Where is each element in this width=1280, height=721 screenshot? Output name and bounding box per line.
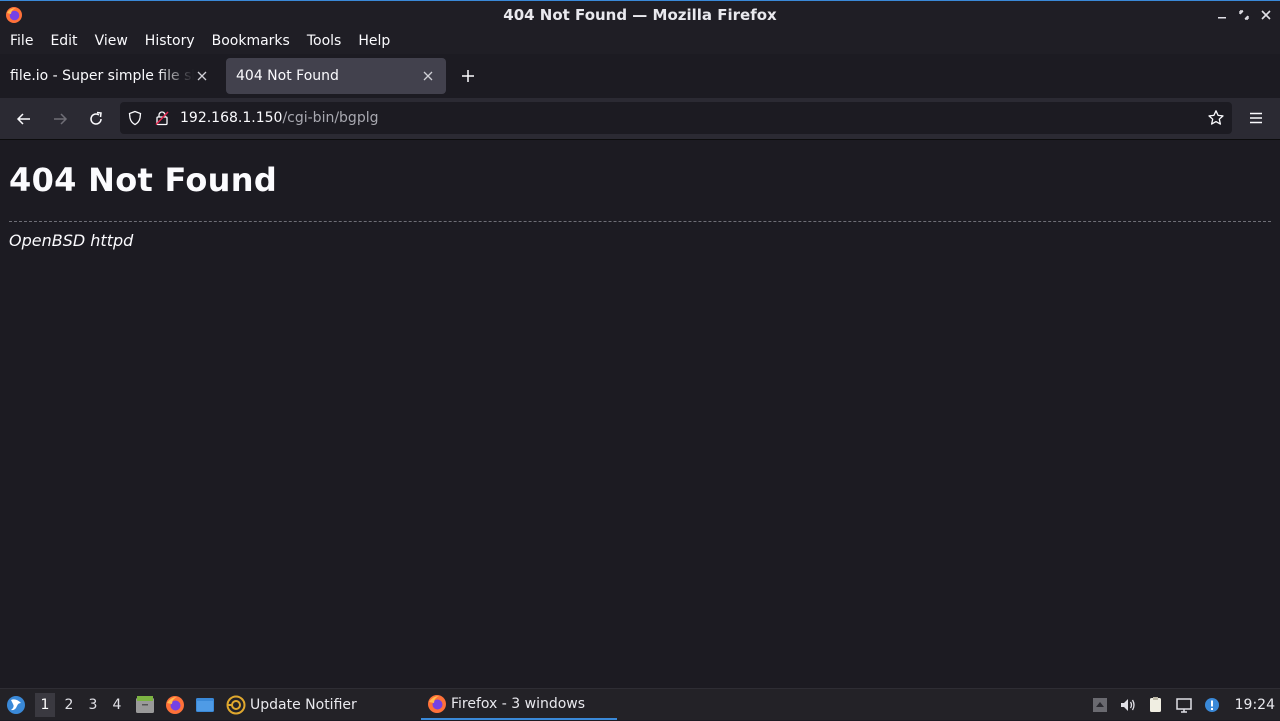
start-menu-button[interactable] bbox=[3, 692, 29, 718]
reload-button[interactable] bbox=[80, 103, 112, 135]
menu-history[interactable]: History bbox=[139, 33, 201, 49]
workspace-1[interactable]: 1 bbox=[35, 692, 55, 717]
menu-tools[interactable]: Tools bbox=[301, 33, 348, 49]
network-icon[interactable] bbox=[1173, 694, 1195, 716]
url-path: /cgi-bin/bgplg bbox=[282, 110, 379, 126]
tab-label: file.io - Super simple file sharing bbox=[10, 68, 194, 84]
close-tab-icon[interactable] bbox=[194, 68, 210, 84]
insecure-lock-icon[interactable] bbox=[150, 106, 174, 130]
firefox-icon bbox=[427, 694, 447, 714]
back-button[interactable] bbox=[8, 103, 40, 135]
terminal-icon bbox=[196, 697, 214, 712]
divider bbox=[9, 221, 1271, 222]
forward-button[interactable] bbox=[44, 103, 76, 135]
task-label: Firefox - 3 windows bbox=[451, 695, 586, 712]
menu-bar: File Edit View History Bookmarks Tools H… bbox=[0, 28, 1280, 54]
tab-strip: file.io - Super simple file sharing 404 … bbox=[0, 54, 1280, 98]
task-update-notifier[interactable]: Update Notifier bbox=[220, 690, 363, 720]
clock[interactable]: 19:24 bbox=[1235, 697, 1275, 713]
window-titlebar: 404 Not Found — Mozilla Firefox bbox=[0, 0, 1280, 28]
plus-icon bbox=[462, 70, 474, 82]
reload-icon bbox=[90, 111, 102, 125]
clipboard-icon[interactable] bbox=[1145, 694, 1167, 716]
task-label: Update Notifier bbox=[250, 696, 357, 713]
arrow-right-icon bbox=[54, 112, 68, 125]
close-tab-icon[interactable] bbox=[420, 68, 436, 84]
page-heading: 404 Not Found bbox=[9, 161, 278, 199]
minimize-button[interactable] bbox=[1212, 5, 1232, 25]
task-firefox[interactable]: Firefox - 3 windows bbox=[421, 690, 617, 720]
firefox-icon bbox=[166, 695, 184, 714]
new-tab-button[interactable] bbox=[452, 60, 484, 92]
navigation-toolbar: 192.168.1.150/cgi-bin/bgplg bbox=[0, 98, 1280, 140]
tab-label: 404 Not Found bbox=[236, 68, 339, 84]
terminal-launcher[interactable] bbox=[193, 693, 217, 717]
workspace-3[interactable]: 3 bbox=[83, 693, 103, 717]
system-tray: 19:24 bbox=[1083, 689, 1280, 721]
menu-view[interactable]: View bbox=[89, 33, 134, 49]
window-title: 404 Not Found — Mozilla Firefox bbox=[503, 5, 777, 24]
tab-404[interactable]: 404 Not Found bbox=[226, 58, 446, 94]
lxqt-logo-icon bbox=[7, 695, 25, 714]
file-manager-icon bbox=[136, 695, 154, 713]
url-bar[interactable]: 192.168.1.150/cgi-bin/bgplg bbox=[120, 102, 1232, 134]
shield-icon[interactable] bbox=[123, 106, 147, 130]
menu-help[interactable]: Help bbox=[352, 33, 396, 49]
hamburger-icon bbox=[1250, 112, 1262, 124]
bookmark-star-icon[interactable] bbox=[1204, 106, 1228, 130]
server-signature: OpenBSD httpd bbox=[9, 231, 134, 250]
workspace-4[interactable]: 4 bbox=[107, 693, 127, 717]
notification-icon[interactable] bbox=[1201, 694, 1223, 716]
close-window-button[interactable] bbox=[1256, 5, 1276, 25]
update-notifier-icon bbox=[226, 695, 246, 715]
arrow-left-icon bbox=[16, 112, 30, 125]
firefox-icon bbox=[5, 6, 23, 24]
tab-fileio[interactable]: file.io - Super simple file sharing bbox=[0, 58, 220, 94]
taskbar: 1 2 3 4 Update Notifier Firefox - 3 wind… bbox=[0, 688, 1280, 720]
firefox-launcher[interactable] bbox=[163, 693, 187, 717]
maximize-button[interactable] bbox=[1234, 5, 1254, 25]
page-content: 404 Not Found OpenBSD httpd bbox=[0, 141, 1280, 688]
volume-icon[interactable] bbox=[1117, 694, 1139, 716]
window-controls bbox=[1212, 5, 1276, 25]
menu-edit[interactable]: Edit bbox=[44, 33, 83, 49]
tray-expand-icon[interactable] bbox=[1089, 694, 1111, 716]
app-menu-button[interactable] bbox=[1242, 104, 1270, 132]
workspace-2[interactable]: 2 bbox=[59, 693, 79, 717]
url-host: 192.168.1.150 bbox=[180, 110, 283, 126]
url-text[interactable]: 192.168.1.150/cgi-bin/bgplg bbox=[180, 110, 378, 126]
file-manager-launcher[interactable] bbox=[133, 693, 157, 717]
menu-file[interactable]: File bbox=[4, 33, 39, 49]
menu-bookmarks[interactable]: Bookmarks bbox=[206, 33, 296, 49]
